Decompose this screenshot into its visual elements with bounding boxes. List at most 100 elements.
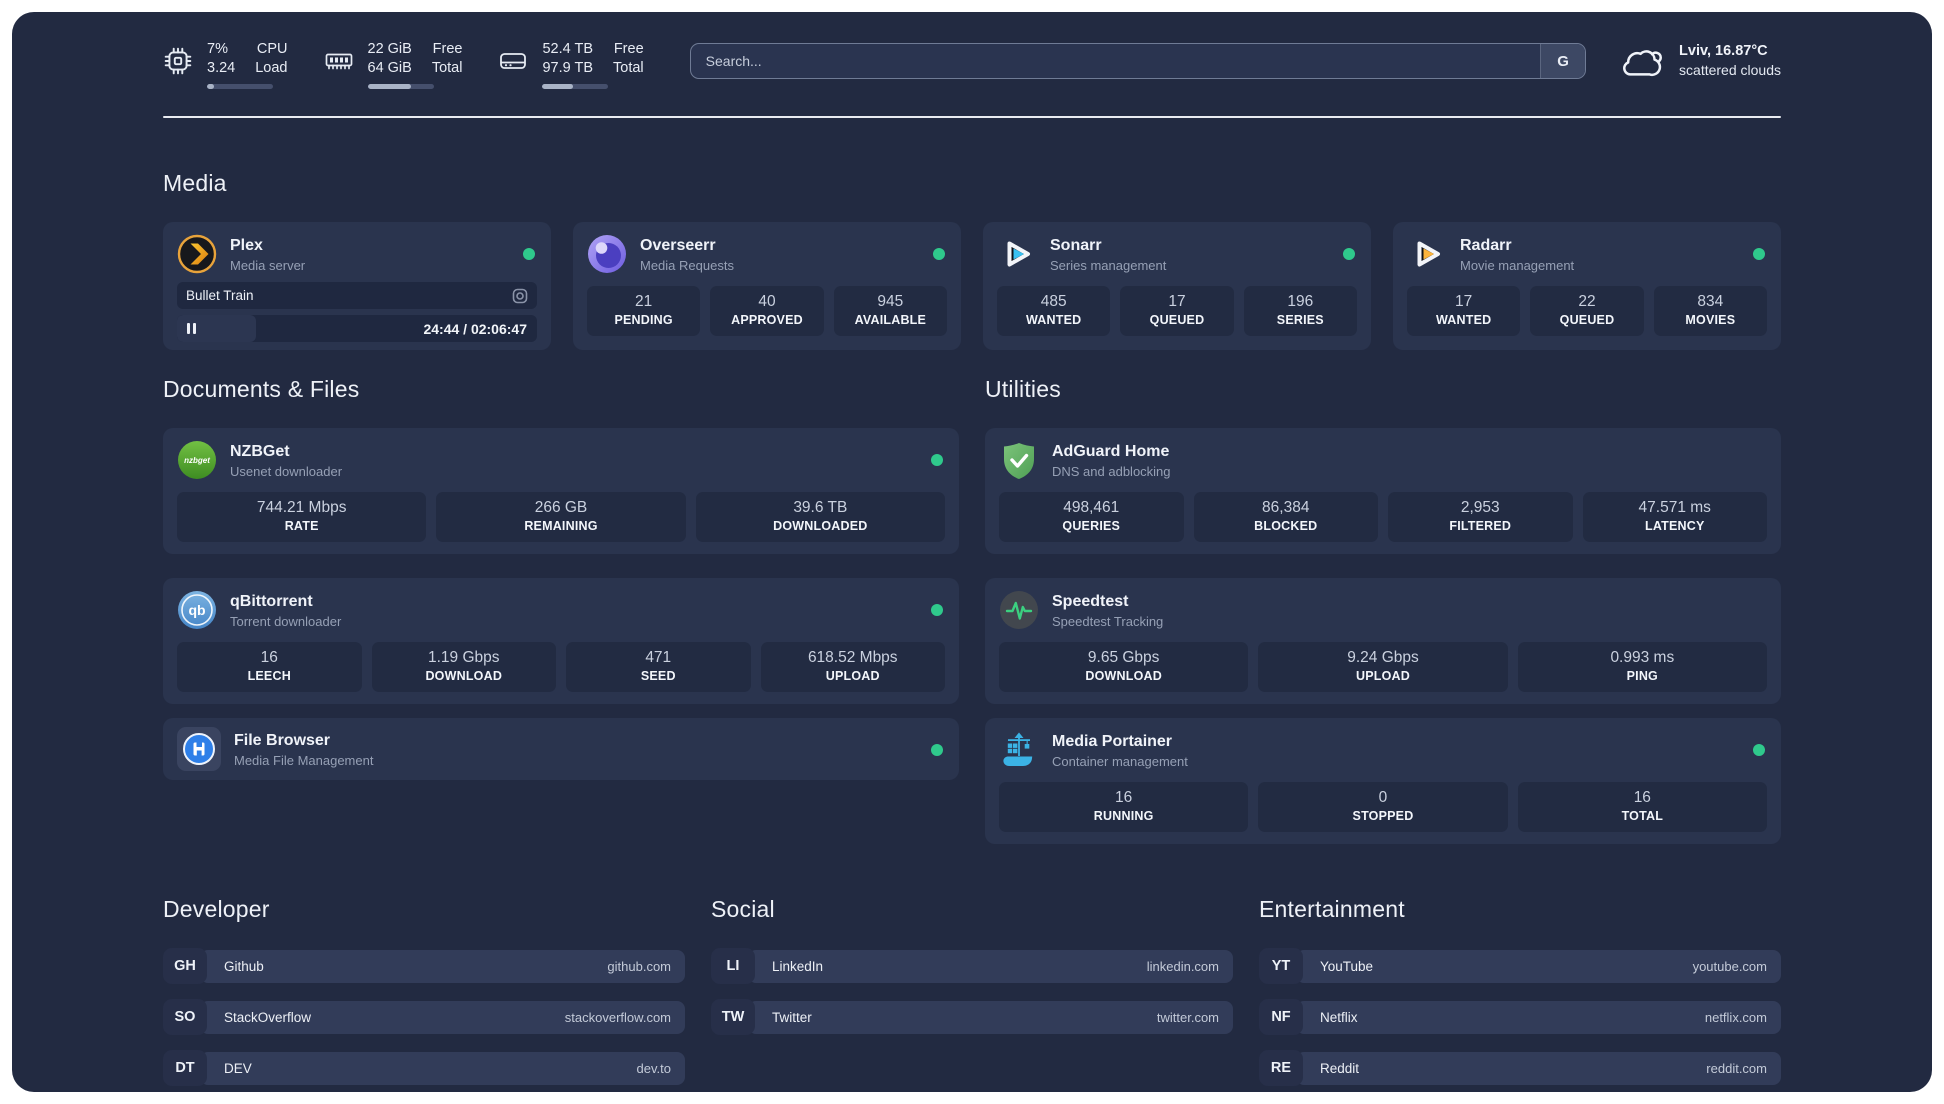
stat-upload: 9.24 Gbps UPLOAD — [1258, 642, 1508, 692]
stat-total: 16 TOTAL — [1517, 782, 1767, 832]
link-name: StackOverflow — [224, 1009, 312, 1025]
section-title-media: Media — [163, 170, 227, 196]
stat-value: 9.24 Gbps — [1347, 649, 1419, 666]
disk-metric-body: 52.4 TB Free 97.9 TB Total — [542, 40, 644, 89]
stat-label: AVAILABLE — [854, 313, 927, 327]
qbittorrent-icon: qb — [178, 591, 216, 629]
link-github[interactable]: GH Github github.com — [163, 948, 685, 984]
stat-value: 22 — [1578, 293, 1596, 310]
app-name: AdGuard Home — [1052, 442, 1170, 460]
link-youtube[interactable]: YT YouTube youtube.com — [1259, 948, 1781, 984]
filebrowser-titles: File Browser Media File Management — [234, 731, 373, 768]
stat-label: BLOCKED — [1254, 519, 1318, 533]
search-input[interactable] — [690, 44, 1541, 78]
stat-value: 17 — [1168, 293, 1186, 310]
weather-text: Lviv, 16.87°C scattered clouds — [1679, 42, 1781, 80]
stat-label: RUNNING — [1093, 809, 1154, 823]
stat-latency: 47.571 ms LATENCY — [1582, 492, 1767, 542]
app-description: Container management — [1052, 753, 1188, 769]
cpu-usage-label: CPU — [256, 41, 288, 57]
radarr-titles: Radarr Movie management — [1460, 236, 1574, 273]
now-playing-title: Bullet Train — [186, 288, 254, 303]
stat-downloaded: 39.6 TB DOWNLOADED — [695, 492, 945, 542]
app-card-speedtest[interactable]: Speedtest Speedtest Tracking 9.65 Gbps D… — [985, 578, 1781, 704]
app-card-overseerr[interactable]: Overseerr Media Requests 21 PENDING 40 A… — [573, 222, 961, 350]
adguard-titles: AdGuard Home DNS and adblocking — [1052, 442, 1171, 479]
stat-label: WANTED — [1025, 313, 1082, 327]
app-card-plex[interactable]: Plex Media server Bullet Train 24:44 / 0… — [163, 222, 551, 350]
app-card-nzbget[interactable]: nzbget NZBGet Usenet downloader 744.21 M… — [163, 428, 959, 554]
session-icon — [512, 288, 528, 303]
section-title-entertainment: Entertainment — [1259, 896, 1405, 922]
stat-label: APPROVED — [731, 313, 803, 327]
stat-approved: 40 APPROVED — [710, 286, 824, 336]
search-engine-button[interactable]: G — [1540, 44, 1586, 78]
link-name: YouTube — [1320, 958, 1374, 974]
status-indicator — [1753, 248, 1765, 260]
section-title-utilities: Utilities — [985, 376, 1061, 402]
app-description: Usenet downloader — [230, 463, 343, 479]
app-description: DNS and adblocking — [1052, 463, 1171, 479]
status-indicator — [931, 744, 943, 756]
stat-value: 266 GB — [534, 499, 588, 516]
overseerr-titles: Overseerr Media Requests — [640, 236, 734, 273]
stat-value: 9.65 Gbps — [1087, 649, 1160, 666]
pause-icon[interactable] — [187, 323, 196, 334]
link-netflix[interactable]: NF Netflix netflix.com — [1259, 999, 1781, 1035]
stat-value: 21 — [635, 293, 653, 310]
status-indicator — [1343, 248, 1355, 260]
portainer-icon — [1003, 732, 1033, 766]
stat-label: RATE — [284, 519, 319, 533]
app-card-sonarr[interactable]: Sonarr Series management 485 WANTED 17 Q… — [983, 222, 1371, 350]
section-social: Social LI LinkedIn linkedin.com TW Twitt… — [711, 896, 1233, 1092]
dashboard: 7% CPU 3.24 Load 22 GiB Free 64 GiB Tota… — [12, 12, 1932, 1092]
app-card-radarr[interactable]: Radarr Movie management 17 WANTED 22 QUE… — [1393, 222, 1781, 350]
stat-value: 834 — [1697, 293, 1724, 310]
link-body: Reddit reddit.com — [1296, 1051, 1781, 1085]
link-reddit[interactable]: RE Reddit reddit.com — [1259, 1050, 1781, 1086]
link-badge: TW — [711, 999, 755, 1035]
stat-blocked: 86,384 BLOCKED — [1193, 492, 1378, 542]
link-name: Twitter — [772, 1009, 812, 1025]
cpu-icon — [164, 47, 192, 75]
stat-label: DOWNLOAD — [425, 669, 503, 683]
playback-time: 24:44 / 02:06:47 — [423, 320, 527, 337]
stat-label: LEECH — [247, 669, 291, 683]
stat-pending: 21 PENDING — [587, 286, 701, 336]
app-card-filebrowser[interactable]: File Browser Media File Management — [163, 718, 959, 780]
ram-total-value: 64 GiB — [367, 60, 412, 76]
now-playing-row: Bullet Train — [177, 282, 537, 309]
link-linkedin[interactable]: LI LinkedIn linkedin.com — [711, 948, 1233, 984]
stat-label: SERIES — [1276, 313, 1324, 327]
ram-free-value: 22 GiB — [367, 41, 412, 57]
stat-label: UPLOAD — [825, 669, 880, 683]
link-body: Twitter twitter.com — [748, 1000, 1233, 1034]
stat-leech: 16 LEECH — [177, 642, 362, 692]
stat-filtered: 2,953 FILTERED — [1388, 492, 1573, 542]
stat-value: 1.19 Gbps — [427, 649, 500, 666]
sonarr-icon — [1007, 241, 1030, 267]
link-badge: DT — [163, 1050, 207, 1086]
stat-label: QUEUED — [1149, 313, 1205, 327]
stat-value: 39.6 TB — [793, 499, 848, 516]
stat-value: 2,953 — [1460, 499, 1500, 516]
stat-label: TOTAL — [1621, 809, 1664, 823]
stat-available: 945 AVAILABLE — [833, 286, 947, 336]
link-name: Github — [224, 958, 264, 974]
link-stackoverflow[interactable]: SO StackOverflow stackoverflow.com — [163, 999, 685, 1035]
app-card-qbittorrent[interactable]: qb qBittorrent Torrent downloader 16 LEE… — [163, 578, 959, 704]
qbittorrent-titles: qBittorrent Torrent downloader — [230, 592, 341, 629]
cpu-metric: 7% CPU 3.24 Load — [163, 40, 288, 89]
link-name: LinkedIn — [772, 958, 824, 974]
stat-label: WANTED — [1435, 313, 1492, 327]
link-url: netflix.com — [1704, 1009, 1767, 1025]
section-developer: Developer GH Github github.com SO StackO… — [163, 896, 685, 1092]
link-url: reddit.com — [1706, 1060, 1767, 1076]
link-twitter[interactable]: TW Twitter twitter.com — [711, 999, 1233, 1035]
app-card-portainer[interactable]: Media Portainer Container management 16 … — [985, 718, 1781, 844]
link-dev[interactable]: DT DEV dev.to — [163, 1050, 685, 1086]
disk-free-value: 52.4 TB — [542, 41, 594, 57]
stat-value: 16 — [260, 649, 278, 666]
weather-location-temp: Lviv, 16.87°C — [1679, 43, 1768, 59]
app-card-adguard[interactable]: AdGuard Home DNS and adblocking 498,461 … — [985, 428, 1781, 554]
